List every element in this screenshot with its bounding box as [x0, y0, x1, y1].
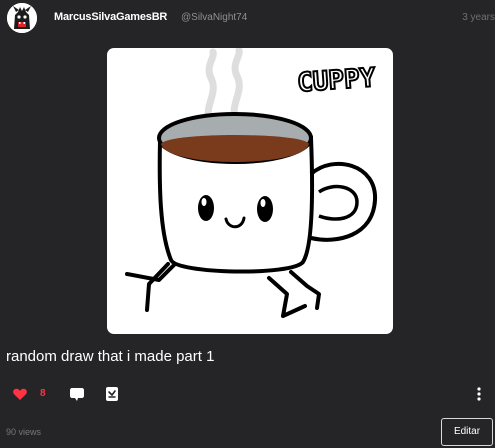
more-vertical-icon[interactable] — [470, 385, 488, 403]
heart-icon[interactable] — [12, 386, 28, 402]
post-timestamp: 3 years — [462, 12, 495, 23]
author-display-name[interactable]: MarcusSilvaGamesBR — [54, 11, 167, 23]
post-artwork[interactable]: CUPPY — [107, 48, 393, 334]
author-handle[interactable]: @SilvaNight74 — [181, 12, 247, 23]
post-card: MarcusSilvaGamesBR @SilvaNight74 3 years — [0, 0, 495, 448]
avatar[interactable] — [7, 3, 37, 33]
view-count: 90 views — [6, 427, 42, 437]
post-header: MarcusSilvaGamesBR @SilvaNight74 3 years — [0, 0, 495, 36]
character-avatar-icon — [7, 3, 37, 33]
coffee-cup-drawing-icon: CUPPY — [125, 48, 378, 318]
like-count: 8 — [40, 388, 46, 399]
artwork-drawn-label: CUPPY — [296, 63, 377, 98]
post-title: random draw that i made part 1 — [6, 348, 215, 365]
post-actions: 8 — [0, 382, 495, 406]
remix-icon[interactable] — [104, 386, 120, 402]
edit-button[interactable]: Editar — [441, 418, 493, 446]
comment-icon[interactable] — [69, 386, 85, 402]
